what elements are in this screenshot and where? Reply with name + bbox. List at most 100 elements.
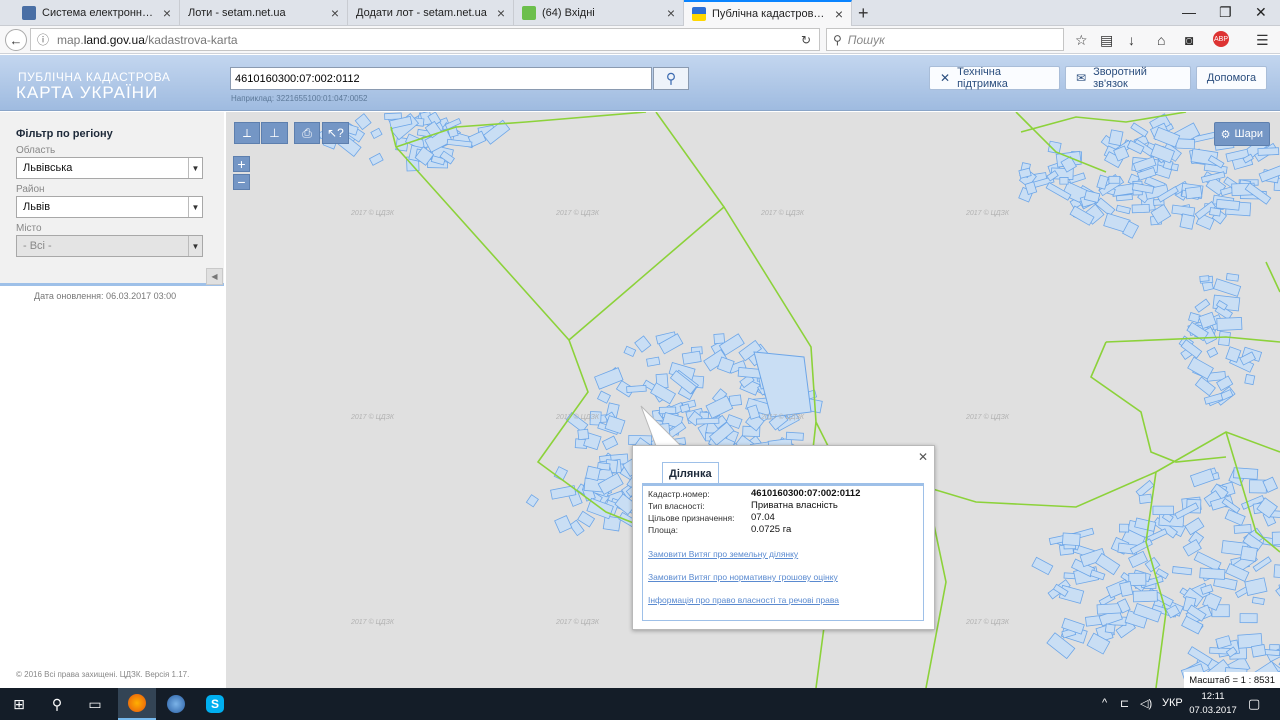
land-parcel[interactable] <box>1115 204 1131 215</box>
land-parcel[interactable] <box>681 350 702 365</box>
land-parcel[interactable] <box>626 384 647 393</box>
land-parcel[interactable] <box>1216 316 1243 331</box>
zoom-in-button[interactable]: + <box>233 156 250 172</box>
windows-start-icon[interactable]: ⊞ <box>0 688 38 720</box>
land-parcel[interactable] <box>1130 122 1149 138</box>
thunderbird-taskbar-icon[interactable] <box>157 688 195 720</box>
order-land-extract-link[interactable]: Замовити Витяг про земельну ділянку <box>648 549 798 559</box>
feedback-button[interactable]: ✉ Зворотний зв'язок <box>1065 66 1191 90</box>
land-parcel[interactable] <box>1132 590 1158 603</box>
browser-tab[interactable]: Лоти - setam.net.ua × <box>180 0 348 26</box>
measure-line-button[interactable]: ⟂ <box>234 122 260 144</box>
oblast-select[interactable]: Львівська ▼ <box>16 157 203 179</box>
close-tab-icon[interactable]: × <box>331 5 339 21</box>
land-parcel[interactable] <box>1188 312 1201 324</box>
land-parcel[interactable] <box>696 417 720 425</box>
land-parcel[interactable] <box>1115 193 1133 202</box>
cadastral-search-button[interactable]: ⚲ <box>653 67 689 90</box>
search-icon[interactable]: ⚲ <box>38 688 76 720</box>
land-parcel[interactable] <box>1215 198 1241 211</box>
land-parcel[interactable] <box>1095 552 1121 576</box>
browser-tab[interactable]: (64) Вхідні × <box>514 0 684 26</box>
land-parcel[interactable] <box>1244 373 1256 386</box>
land-parcel[interactable] <box>601 435 619 451</box>
measure-area-button[interactable]: ⊥ <box>261 122 288 144</box>
close-tab-icon[interactable]: × <box>497 5 505 21</box>
new-tab-button[interactable]: + <box>858 3 869 24</box>
land-parcel[interactable] <box>368 152 384 166</box>
zoom-out-button[interactable]: − <box>233 174 250 190</box>
land-parcel[interactable] <box>1251 596 1265 606</box>
close-window-icon[interactable]: ✕ <box>1255 4 1267 21</box>
land-parcel[interactable] <box>1239 613 1258 624</box>
reload-icon[interactable]: ↻ <box>801 33 811 47</box>
land-parcel[interactable] <box>1119 523 1130 533</box>
land-parcel[interactable] <box>577 428 590 441</box>
land-parcel[interactable] <box>1131 203 1150 214</box>
land-parcel[interactable] <box>1062 532 1081 547</box>
download-icon[interactable]: ↓ <box>1128 32 1135 48</box>
land-parcel[interactable] <box>1239 351 1256 366</box>
land-parcel[interactable] <box>1128 572 1147 586</box>
land-parcel[interactable] <box>1194 298 1211 313</box>
ownership-rights-info-link[interactable]: Інформація про право власності та речові… <box>648 595 839 605</box>
land-parcel[interactable] <box>1179 213 1196 230</box>
land-parcel[interactable] <box>1233 524 1252 534</box>
network-icon[interactable]: ⊏ <box>1120 697 1129 710</box>
reading-list-icon[interactable]: ▤ <box>1100 32 1113 49</box>
land-parcel[interactable] <box>1257 147 1280 156</box>
browser-tab[interactable]: Додати лот - setam.net.ua × <box>348 0 514 26</box>
land-parcel[interactable] <box>1138 493 1153 504</box>
browser-tab-active[interactable]: Публічна кадастрова кар... × <box>684 0 852 26</box>
land-parcel[interactable] <box>785 431 804 441</box>
land-parcel[interactable] <box>585 465 601 481</box>
tray-chevron-up-icon[interactable]: ^ <box>1102 697 1107 709</box>
land-parcel[interactable] <box>1193 551 1222 572</box>
land-parcel[interactable] <box>737 366 762 379</box>
land-parcel[interactable] <box>1206 346 1219 358</box>
help-button[interactable]: Допомога <box>1196 66 1267 90</box>
menu-icon[interactable]: ☰ <box>1256 32 1269 49</box>
close-tab-icon[interactable]: × <box>163 5 171 21</box>
land-parcel[interactable] <box>1209 207 1222 217</box>
tech-support-button[interactable]: ✕ Технічна підтримка <box>929 66 1060 90</box>
land-parcel[interactable] <box>577 510 596 528</box>
land-parcel[interactable] <box>370 127 383 140</box>
close-icon[interactable]: ✕ <box>918 450 928 464</box>
land-parcel[interactable] <box>1271 531 1280 546</box>
taskbar-clock[interactable]: 12:11 07.03.2017 <box>1184 690 1242 718</box>
firefox-taskbar-icon[interactable] <box>118 688 156 720</box>
land-parcel[interactable] <box>1108 129 1124 147</box>
land-parcel[interactable] <box>596 390 611 404</box>
land-parcel[interactable] <box>1225 273 1240 282</box>
land-parcel[interactable] <box>1119 581 1134 597</box>
land-parcel[interactable] <box>1199 275 1210 282</box>
land-parcel[interactable] <box>1244 577 1268 596</box>
tab-parcel[interactable]: Ділянка <box>662 462 719 484</box>
info-icon[interactable]: ⓘ <box>37 31 49 48</box>
land-parcel[interactable] <box>525 494 539 508</box>
pocket-icon[interactable]: ◙ <box>1185 32 1193 48</box>
land-parcel[interactable] <box>1250 644 1267 658</box>
address-bar[interactable]: ⓘ map. land.gov.ua/kadastrova-karta ↻ <box>30 28 820 51</box>
land-parcel[interactable] <box>1059 177 1069 185</box>
city-select[interactable]: - Всі - ▼ <box>16 235 203 257</box>
notifications-icon[interactable]: ▢ <box>1248 696 1260 712</box>
land-parcel[interactable] <box>1175 138 1196 150</box>
land-parcel[interactable] <box>623 345 637 358</box>
land-parcel[interactable] <box>1104 623 1116 634</box>
land-parcel[interactable] <box>634 335 652 353</box>
order-valuation-extract-link[interactable]: Замовити Витяг про нормативну грошову оц… <box>648 572 838 582</box>
browser-tab[interactable]: Система електронної по... × <box>14 0 180 26</box>
adblock-icon[interactable]: ABP <box>1213 31 1229 47</box>
close-tab-icon[interactable]: × <box>835 6 843 22</box>
rayon-select[interactable]: Львів ▼ <box>16 196 203 218</box>
bookmark-star-icon[interactable]: ☆ <box>1075 32 1088 49</box>
close-tab-icon[interactable]: × <box>667 5 675 21</box>
minimize-icon[interactable]: — <box>1182 4 1196 20</box>
land-parcel[interactable] <box>1172 566 1193 576</box>
layers-button[interactable]: ⚙ Шари <box>1213 122 1270 146</box>
skype-taskbar-icon[interactable]: S <box>196 688 234 720</box>
volume-icon[interactable]: ◁) <box>1140 697 1152 710</box>
task-view-icon[interactable]: ▭ <box>76 688 114 720</box>
